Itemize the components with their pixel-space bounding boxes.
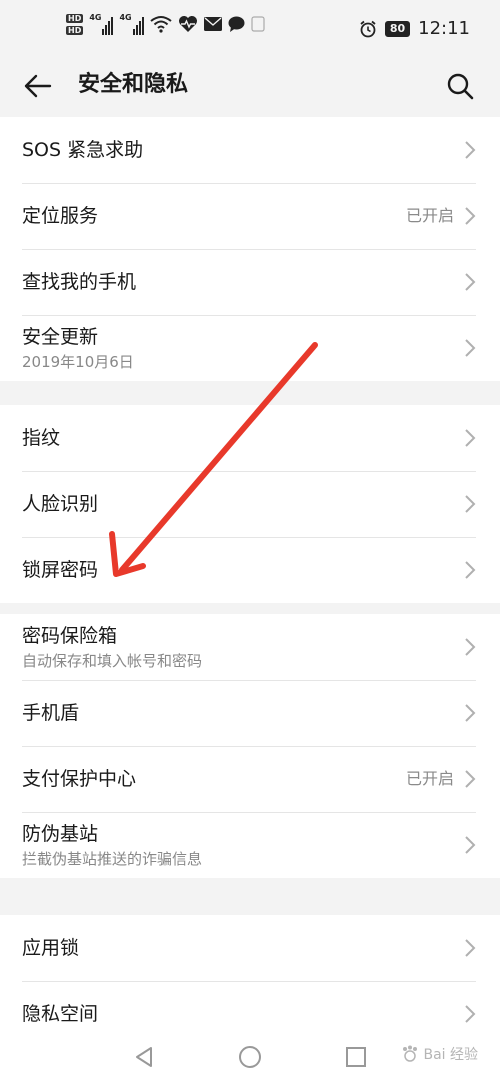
status-right-icons: 80 12:11 bbox=[359, 18, 470, 39]
alarm-clock-icon bbox=[360, 20, 376, 37]
signal-icon-sim1: 4G bbox=[89, 13, 114, 35]
settings-item-find-my-phone[interactable]: 查找我的手机 bbox=[0, 249, 500, 315]
settings-item-label: 锁屏密码 bbox=[22, 559, 99, 581]
wifi-icon bbox=[150, 16, 172, 33]
notification-placeholder-icon bbox=[251, 16, 265, 32]
health-heart-icon bbox=[178, 16, 197, 32]
settings-item-label: SOS 紧急求助 bbox=[22, 139, 144, 161]
settings-group-2: 指纹 人脸识别 锁屏密码 bbox=[0, 405, 500, 603]
search-icon bbox=[447, 73, 474, 100]
chevron-right-icon bbox=[465, 1005, 476, 1023]
chevron-right-icon bbox=[465, 704, 476, 722]
hd-indicators: HD HD bbox=[66, 13, 84, 35]
chevron-right-icon bbox=[465, 207, 476, 225]
network-type-2: 4G bbox=[119, 13, 132, 22]
settings-item-label: 查找我的手机 bbox=[22, 271, 137, 293]
settings-item-security-update[interactable]: 安全更新 2019年10月6日 bbox=[0, 315, 500, 381]
settings-item-status: 已开启 bbox=[405, 206, 454, 225]
settings-item-face-recognition[interactable]: 人脸识别 bbox=[0, 471, 500, 537]
chevron-right-icon bbox=[465, 561, 476, 579]
chevron-right-icon bbox=[465, 495, 476, 513]
system-nav-bar: Bai 经验 bbox=[0, 1030, 500, 1084]
nav-recents-button[interactable] bbox=[342, 1043, 370, 1071]
settings-item-label: 定位服务 bbox=[22, 205, 99, 227]
settings-item-label: 隐私空间 bbox=[22, 1003, 99, 1025]
signal-icon-sim2: 4G bbox=[119, 13, 144, 35]
settings-item-phone-shield[interactable]: 手机盾 bbox=[0, 680, 500, 746]
settings-item-location[interactable]: 定位服务 已开启 bbox=[0, 183, 500, 249]
settings-item-label: 防伪基站 bbox=[22, 823, 99, 845]
nav-back-button[interactable] bbox=[130, 1043, 158, 1071]
hd-badge-2: HD bbox=[66, 25, 84, 35]
settings-item-sos[interactable]: SOS 紧急求助 bbox=[0, 117, 500, 183]
chevron-right-icon bbox=[465, 939, 476, 957]
settings-item-label: 支付保护中心 bbox=[22, 768, 137, 790]
settings-item-fingerprint[interactable]: 指纹 bbox=[0, 405, 500, 471]
settings-group-4: 应用锁 隐私空间 bbox=[0, 915, 500, 1047]
network-type-1: 4G bbox=[89, 13, 102, 22]
triangle-back-icon bbox=[136, 1047, 152, 1067]
back-button[interactable] bbox=[20, 68, 56, 104]
search-button[interactable] bbox=[442, 68, 478, 104]
settings-item-label: 应用锁 bbox=[22, 937, 80, 959]
chevron-right-icon bbox=[465, 638, 476, 656]
settings-item-label: 密码保险箱 bbox=[22, 625, 118, 647]
settings-item-password-vault[interactable]: 密码保险箱 自动保存和填入帐号和密码 bbox=[0, 614, 500, 680]
settings-item-lock-screen-password[interactable]: 锁屏密码 bbox=[0, 537, 500, 603]
hd-badge-1: HD bbox=[66, 13, 84, 23]
settings-item-label: 指纹 bbox=[22, 427, 61, 449]
circle-home-icon bbox=[239, 1046, 261, 1068]
settings-group-1: SOS 紧急求助 定位服务 已开启 查找我的手机 安全更新 2019年10月6日 bbox=[0, 117, 500, 381]
chevron-right-icon bbox=[465, 836, 476, 854]
settings-item-subtitle: 拦截伪基站推送的诈骗信息 bbox=[22, 850, 203, 868]
chevron-right-icon bbox=[465, 770, 476, 788]
nav-home-button[interactable] bbox=[236, 1043, 264, 1071]
chevron-right-icon bbox=[465, 273, 476, 291]
battery-level: 80 bbox=[384, 20, 411, 37]
status-bar: HD HD 4G 4G 80 12:11 bbox=[0, 0, 500, 58]
settings-item-label: 人脸识别 bbox=[22, 493, 99, 515]
status-left-icons: HD HD 4G 4G bbox=[66, 13, 265, 35]
clock-time: 12:11 bbox=[418, 18, 470, 39]
settings-item-fake-base-station[interactable]: 防伪基站 拦截伪基站推送的诈骗信息 bbox=[0, 812, 500, 878]
settings-item-subtitle: 自动保存和填入帐号和密码 bbox=[22, 652, 203, 670]
settings-group-3: 密码保险箱 自动保存和填入帐号和密码 手机盾 支付保护中心 已开启 防伪基站 拦… bbox=[0, 614, 500, 878]
square-recents-icon bbox=[346, 1047, 366, 1067]
page-title: 安全和隐私 bbox=[78, 72, 189, 97]
watermark-text: Bai 经验 bbox=[423, 1047, 478, 1063]
app-bar: 安全和隐私 bbox=[0, 58, 500, 116]
chevron-right-icon bbox=[465, 141, 476, 159]
settings-item-app-lock[interactable]: 应用锁 bbox=[0, 915, 500, 981]
chevron-right-icon bbox=[465, 429, 476, 447]
back-arrow-icon bbox=[24, 74, 52, 98]
settings-item-label: 手机盾 bbox=[22, 702, 80, 724]
chat-bubble-icon bbox=[228, 16, 245, 32]
settings-item-status: 已开启 bbox=[405, 769, 454, 788]
settings-item-subtitle: 2019年10月6日 bbox=[22, 353, 134, 371]
chevron-right-icon bbox=[465, 339, 476, 357]
paw-logo-icon bbox=[403, 1045, 418, 1062]
mail-icon bbox=[203, 17, 222, 31]
baidu-jingyan-watermark: Bai 经验 bbox=[401, 1044, 478, 1064]
settings-item-label: 安全更新 bbox=[22, 326, 99, 348]
settings-item-payment-protection[interactable]: 支付保护中心 已开启 bbox=[0, 746, 500, 812]
